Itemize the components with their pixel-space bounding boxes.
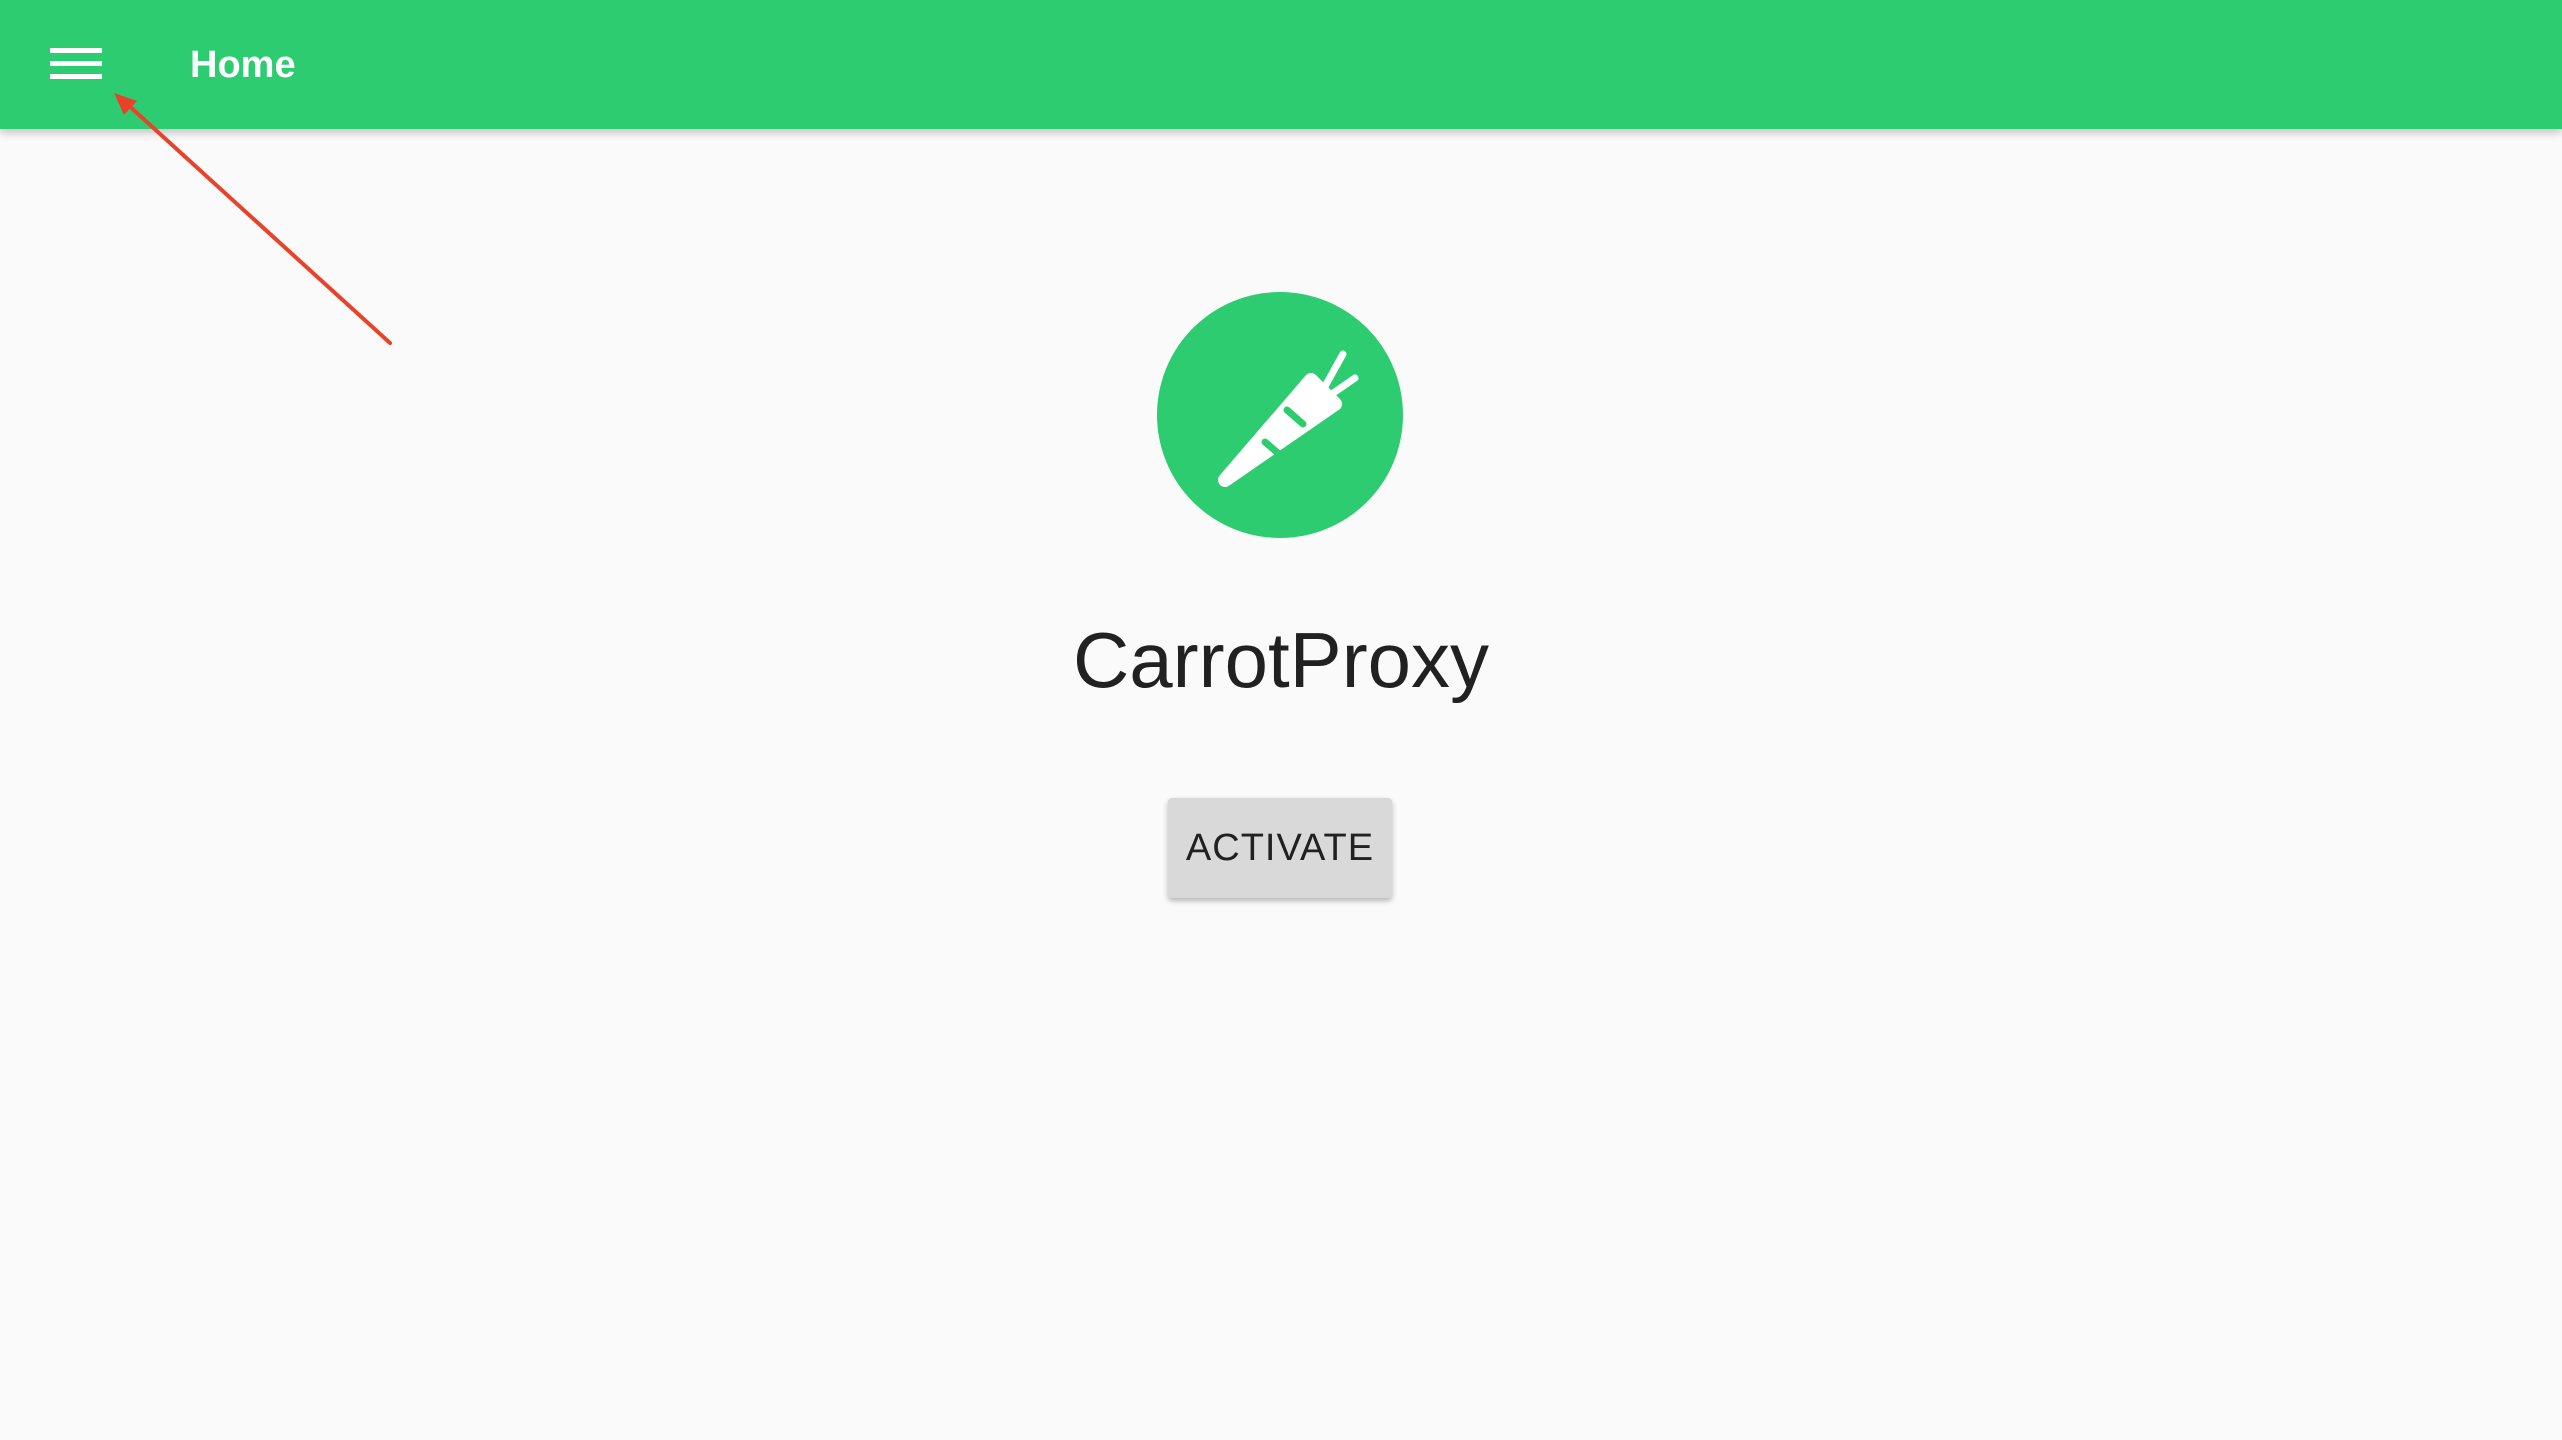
app-logo — [1157, 292, 1403, 538]
menu-button[interactable] — [30, 23, 122, 105]
annotation-arrow-icon — [114, 93, 392, 345]
hamburger-menu-icon — [50, 48, 102, 79]
app-bar: Home — [0, 0, 2562, 129]
app-title: Home — [190, 44, 296, 86]
activate-button[interactable]: ACTIVATE — [1168, 798, 1392, 898]
carrot-icon — [1218, 350, 1359, 487]
product-name: CarrotProxy — [1072, 616, 1490, 704]
